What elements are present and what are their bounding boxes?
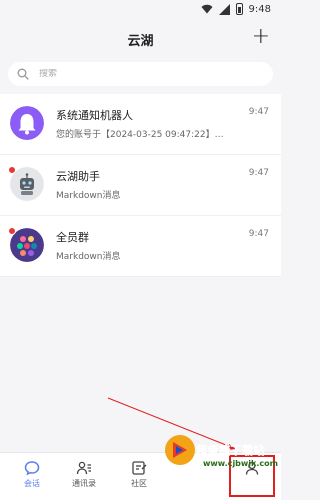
page-title: 云湖	[127, 34, 154, 49]
status-time: 9:48	[248, 3, 271, 15]
search-input[interactable]	[39, 69, 259, 79]
conversation-row[interactable]: 系统通知机器人 您的账号于【2024-03-25 09:47:22】… 9:47	[0, 94, 281, 155]
status-bar: 9:48	[0, 0, 281, 20]
conversation-list: 系统通知机器人 您的账号于【2024-03-25 09:47:22】… 9:47…	[0, 94, 281, 277]
tab-contacts[interactable]: 通讯录	[64, 457, 104, 489]
tab-chat[interactable]: 会话	[12, 457, 52, 489]
watermark-logo-icon	[165, 435, 195, 465]
contacts-icon	[76, 461, 91, 475]
unread-dot	[8, 166, 16, 174]
tab-label: 通讯录	[72, 479, 96, 488]
watermark-url: www.cjbwjk.com	[203, 459, 278, 468]
watermark: 超级捷下载站 www.cjbwjk.com	[163, 433, 281, 473]
conversation-name: 云湖助手	[56, 170, 100, 183]
battery-icon	[235, 3, 243, 15]
search-icon	[17, 68, 29, 80]
conversation-time: 9:47	[248, 229, 269, 239]
wifi-icon	[201, 4, 213, 14]
status-icons: 9:48	[201, 3, 271, 15]
watermark-title: 超级捷下载站	[196, 444, 265, 458]
conversation-row[interactable]: 全员群 Markdown消息 9:47	[0, 216, 281, 277]
conversation-message: Markdown消息	[56, 191, 121, 201]
unread-dot	[8, 227, 16, 235]
conversation-message: Markdown消息	[56, 252, 121, 262]
conversation-time: 9:47	[248, 168, 269, 178]
header: 云湖 +	[0, 20, 281, 58]
plus-icon[interactable]: +	[252, 23, 270, 51]
tab-label: 社区	[131, 479, 147, 488]
tab-community[interactable]: 社区	[119, 457, 159, 489]
chat-icon	[24, 461, 40, 476]
bell-avatar	[10, 106, 44, 140]
search-bar[interactable]	[8, 62, 273, 86]
conversation-row[interactable]: 云湖助手 Markdown消息 9:47	[0, 155, 281, 216]
signal-icon	[218, 3, 230, 15]
conversation-name: 全员群	[56, 231, 89, 244]
tab-label: 会话	[24, 479, 40, 488]
conversation-message: 您的账号于【2024-03-25 09:47:22】…	[56, 130, 224, 140]
community-icon	[132, 461, 147, 475]
conversation-time: 9:47	[248, 107, 269, 117]
conversation-name: 系统通知机器人	[56, 109, 133, 122]
